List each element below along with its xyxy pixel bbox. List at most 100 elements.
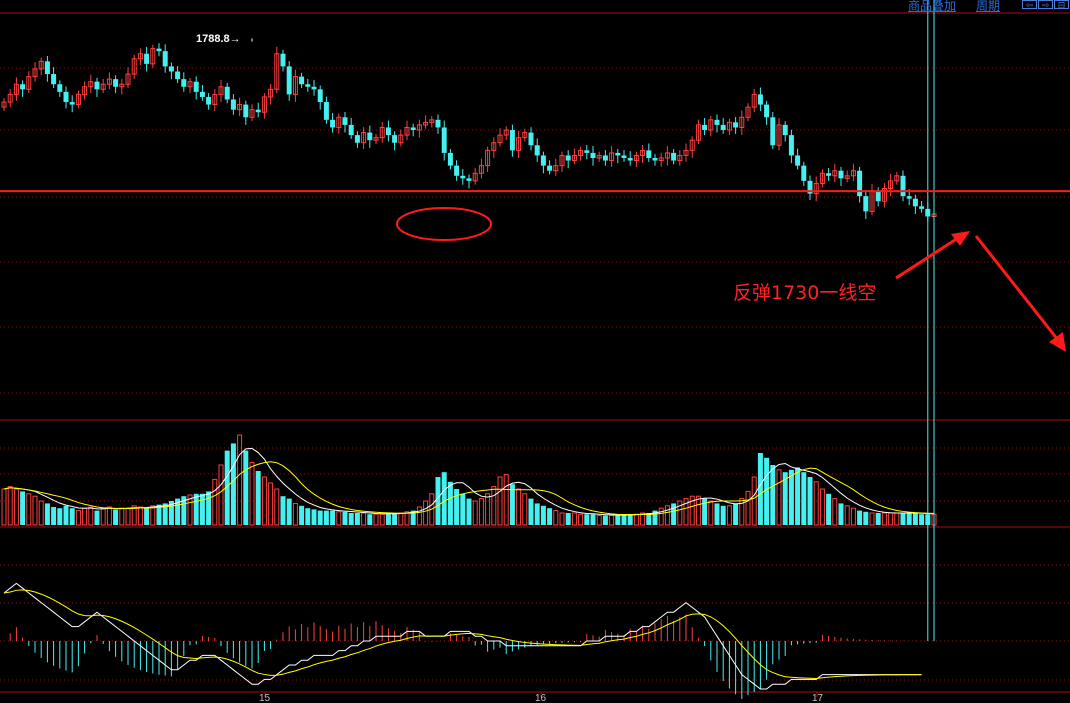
- candle-down: [671, 152, 677, 161]
- candle-down: [323, 102, 329, 120]
- volume-bar-up: [478, 498, 484, 526]
- candle-down: [113, 79, 119, 87]
- nav-next-icon[interactable]: ⇨: [1038, 0, 1053, 10]
- volume-bar-up: [398, 512, 404, 526]
- candle-down: [193, 81, 199, 92]
- volume-bar-up: [869, 512, 875, 526]
- volume-bar-down: [757, 453, 763, 525]
- volume-bar-down: [323, 510, 329, 525]
- candle-down: [317, 89, 323, 103]
- candle-down: [94, 81, 100, 90]
- volume-bar-up: [658, 507, 664, 526]
- candle-down: [919, 206, 925, 209]
- candle-down: [175, 71, 181, 80]
- volume-bar-up: [119, 507, 125, 526]
- volume-bar-up: [75, 510, 81, 526]
- volume-bar-up: [844, 505, 850, 526]
- volume-bar-up: [361, 512, 367, 526]
- candle-down: [44, 61, 50, 75]
- candle-down: [243, 104, 249, 118]
- nav-prev-icon[interactable]: ⇦: [1022, 0, 1037, 10]
- volume-bar-down: [51, 507, 57, 525]
- volume-bar-up: [776, 469, 782, 526]
- period-link[interactable]: 周期: [976, 0, 1000, 14]
- volume-bar-up: [559, 512, 565, 526]
- candle-down: [255, 109, 261, 113]
- candle-down: [627, 157, 633, 161]
- candle-down: [838, 170, 844, 179]
- candlestick-chart[interactable]: 1788.8→ 反弹1730一线空 15 16 17: [0, 0, 1070, 703]
- candle-down: [385, 127, 391, 136]
- candle-down: [162, 51, 168, 67]
- volume-bar-up: [571, 512, 577, 526]
- volume-bar-down: [857, 510, 863, 525]
- macd-series: [3, 0, 935, 699]
- volume-bar-up: [150, 505, 156, 526]
- peak-price-label: 1788.8→: [196, 33, 241, 45]
- volume-bar-up: [100, 507, 106, 526]
- candle-down: [795, 155, 801, 166]
- nav-end-icon[interactable]: ⊟: [1054, 0, 1069, 10]
- candle-down: [63, 91, 69, 103]
- volume-bar-up: [578, 513, 584, 526]
- arrow-up-head: [951, 231, 970, 246]
- volume-bar-down: [113, 509, 119, 525]
- volume-bar-down: [199, 493, 205, 525]
- volume-bar-up: [13, 488, 19, 526]
- volume-bar-down: [144, 508, 150, 525]
- volume-bar-up: [522, 493, 528, 526]
- volume-bar-down: [807, 477, 813, 525]
- candle-down: [181, 79, 187, 87]
- candle-down: [764, 104, 770, 118]
- volume-bar-up: [832, 498, 838, 526]
- candle-down: [801, 165, 807, 181]
- arrow-up-line: [895, 236, 959, 280]
- volume-bar-down: [342, 511, 348, 525]
- volume-bar-up: [423, 500, 429, 526]
- volume-bar-up: [633, 513, 639, 526]
- volume-bar-down: [528, 498, 534, 525]
- candle-down: [770, 117, 776, 146]
- candle-down: [509, 130, 515, 151]
- volume-bar-down: [801, 472, 807, 525]
- candle-down: [714, 119, 720, 125]
- candle-down: [447, 152, 453, 166]
- candle-down: [441, 127, 447, 153]
- volume-bar-up: [26, 493, 32, 526]
- volume-bar-down: [584, 514, 590, 525]
- volume-bar-up: [881, 512, 887, 526]
- volume-bar-up: [38, 500, 44, 526]
- volume-bar-down: [912, 513, 918, 525]
- volume-bar-up: [888, 512, 894, 526]
- overlay-link[interactable]: 商品叠加: [908, 0, 956, 14]
- volume-bar-down: [900, 513, 906, 525]
- volume-bar-up: [472, 500, 478, 526]
- candle-down: [826, 173, 832, 176]
- volume-bar-down: [714, 503, 720, 525]
- volume-bar-up: [249, 462, 255, 526]
- candle-down: [435, 119, 441, 128]
- volume-bar-down: [354, 513, 360, 525]
- annotation-text: 反弹1730一线空: [733, 282, 876, 304]
- candle-down: [311, 86, 317, 90]
- volume-bar-up: [708, 500, 714, 526]
- volume-bar-up: [491, 486, 497, 526]
- session-label-16: 16: [535, 693, 547, 703]
- candle-down: [168, 66, 174, 72]
- volume-bar-down: [621, 514, 627, 525]
- volume-bar-up: [813, 481, 819, 526]
- candle-down: [230, 99, 236, 110]
- chart-grid: [0, 12, 1070, 697]
- candle-down: [206, 96, 212, 105]
- volume-bar-up: [7, 486, 13, 526]
- volume-bar-up: [379, 513, 385, 526]
- volume-bar-down: [863, 511, 869, 525]
- candle-down: [280, 53, 286, 67]
- candle-down: [702, 124, 708, 131]
- volume-bar-up: [416, 506, 422, 526]
- volume-bar-down: [243, 450, 249, 525]
- volume-bar-down: [311, 509, 317, 525]
- volume-bar-down: [615, 515, 621, 525]
- arrow-down-head: [1049, 332, 1066, 352]
- candle-down: [590, 152, 596, 158]
